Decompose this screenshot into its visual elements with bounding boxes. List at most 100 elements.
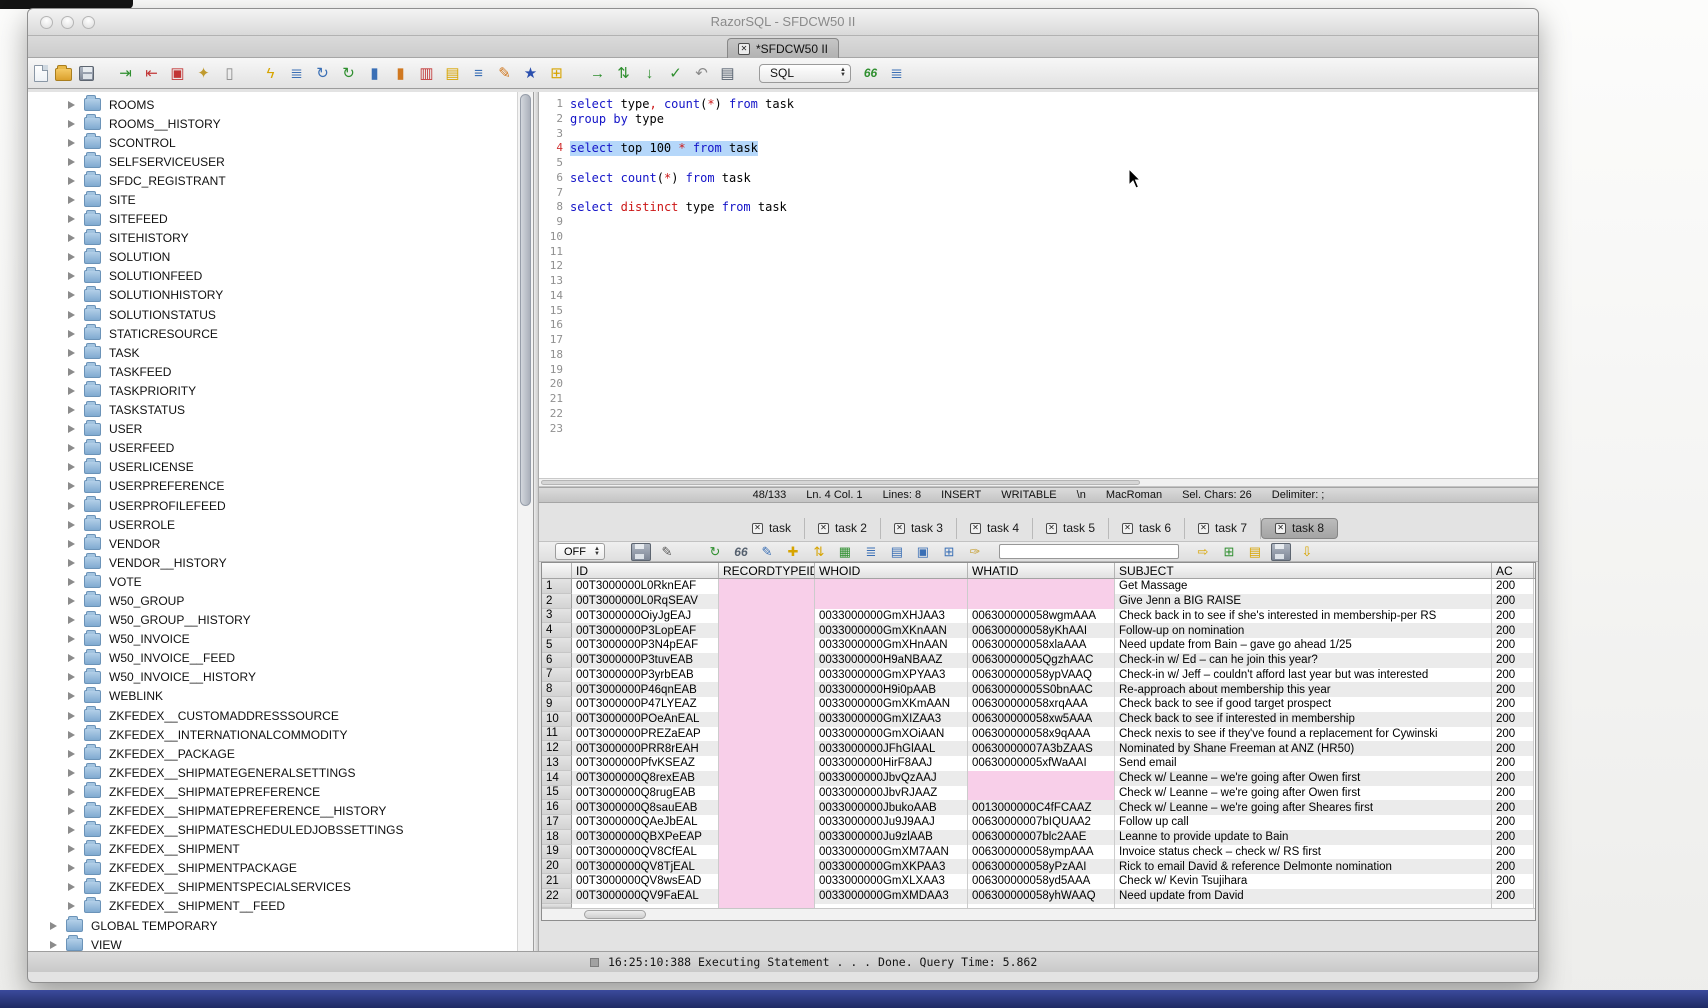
result-tab[interactable]: ✕task 2	[805, 518, 881, 539]
table-row[interactable]: 200T3000000L0RqSEAVGive Jenn a BIG RAISE…	[542, 594, 1535, 609]
cell-subject[interactable]: Check-in w/ Ed – can he join this year?	[1115, 653, 1492, 668]
result-tab[interactable]: ✕task 6	[1109, 518, 1185, 539]
cell-num[interactable]: 13	[542, 756, 572, 771]
table-row[interactable]: 800T3000000P46qnEAB0033000000H9i0pAAB006…	[542, 682, 1535, 697]
cell-id[interactable]: 00T3000000QV8TjEAL	[572, 859, 719, 874]
table-row[interactable]: 1600T3000000Q8sauEAB0033000000JbukoAAB00…	[542, 800, 1535, 815]
cell-whoid[interactable]: 0033000000GmXHJAA3	[815, 609, 968, 624]
undo-icon[interactable]: ↶	[692, 64, 711, 83]
cell-id[interactable]: 00T3000000Q8sauEAB	[572, 800, 719, 815]
cell-num[interactable]: 22	[542, 889, 572, 904]
result-tab[interactable]: ✕task 8	[1261, 518, 1338, 539]
cell-subject[interactable]: Invoice status check – check w/ RS first	[1115, 845, 1492, 860]
cell-subject[interactable]: Check-in w/ Jeff – couldn't afford last …	[1115, 668, 1492, 683]
reference-book-icon[interactable]: ▮	[391, 64, 410, 83]
disclosure-triangle-icon[interactable]	[68, 864, 75, 872]
tree-item[interactable]: SOLUTIONHISTORY	[28, 286, 517, 305]
disclosure-triangle-icon[interactable]	[68, 731, 75, 739]
cell-id[interactable]: 00T3000000QAeJbEAL	[572, 815, 719, 830]
table-row[interactable]: 1900T3000000QV8CfEAL0033000000GmXM7AAN00…	[542, 845, 1535, 860]
cell-num[interactable]: 1	[542, 579, 572, 594]
cell-id[interactable]: 00T3000000QV8CfEAL	[572, 845, 719, 860]
tree-item[interactable]: W50_INVOICE__FEED	[28, 649, 517, 668]
insert-row-icon[interactable]: ✚	[783, 543, 803, 561]
cell-subject[interactable]: Rick to email David & reference Delmonte…	[1115, 859, 1492, 874]
cell-subject[interactable]: Check w/ Leanne – we're going after Owen…	[1115, 771, 1492, 786]
statement-type-dropdown[interactable]: SQL ▲▼	[759, 64, 851, 83]
cell-whoid[interactable]: 0033000000GmXPYAA3	[815, 668, 968, 683]
editor-hscrollbar-thumb[interactable]	[541, 480, 1140, 485]
tree-item[interactable]: TASKPRIORITY	[28, 381, 517, 400]
disclosure-triangle-icon[interactable]	[68, 253, 75, 261]
cell-whatid[interactable]: 006300000058wgmAAA	[968, 609, 1115, 624]
tree-item[interactable]: SITE	[28, 190, 517, 209]
disclosure-triangle-icon[interactable]	[68, 845, 75, 853]
cell-recordtypeid[interactable]	[719, 638, 815, 653]
cell-whatid[interactable]: 006300000058xrqAAA	[968, 697, 1115, 712]
cell-subject[interactable]: Nominated by Shane Freeman at ANZ (HR50)	[1115, 741, 1492, 756]
favorites-star-icon[interactable]: ★	[521, 64, 540, 83]
copy-table-icon[interactable]: ⊞	[939, 543, 959, 561]
tree-item[interactable]: ZKFEDEX__SHIPMATEPREFERENCE__HISTORY	[28, 801, 517, 820]
disclosure-triangle-icon[interactable]	[50, 941, 57, 949]
cell-whatid[interactable]: 00630000007blc2AAE	[968, 830, 1115, 845]
validate-check-icon[interactable]: ✓	[666, 64, 685, 83]
tree-item[interactable]: USERPREFERENCE	[28, 477, 517, 496]
cell-ac[interactable]: 200	[1492, 668, 1534, 683]
cell-recordtypeid[interactable]	[719, 712, 815, 727]
disclosure-triangle-icon[interactable]	[68, 406, 75, 414]
copy-connection-icon[interactable]: ▣	[168, 64, 187, 83]
cell-whatid[interactable]	[968, 579, 1115, 594]
table-row[interactable]: 1500T3000000Q8rugEAB0033000000JbvRJAAZCh…	[542, 786, 1535, 801]
close-tab-icon[interactable]: ✕	[1122, 523, 1133, 534]
cell-recordtypeid[interactable]	[719, 594, 815, 609]
cell-recordtypeid[interactable]	[719, 727, 815, 742]
cell-recordtypeid[interactable]	[719, 609, 815, 624]
cell-id[interactable]: 00T3000000PREZaEAP	[572, 727, 719, 742]
cell-num[interactable]: 20	[542, 859, 572, 874]
cell-whoid[interactable]: 0033000000GmXMDAA3	[815, 889, 968, 904]
disclosure-triangle-icon[interactable]	[68, 826, 75, 834]
cell-ac[interactable]: 200	[1492, 786, 1534, 801]
cell-id[interactable]: 00T3000000POeAnEAL	[572, 712, 719, 727]
tree-item[interactable]: VIEW	[28, 935, 517, 951]
cell-id[interactable]: 00T3000000P46qnEAB	[572, 682, 719, 697]
script-results-icon[interactable]: ▤	[1245, 543, 1265, 561]
table-row[interactable]: 1000T3000000POeAnEAL0033000000GmXIZAA300…	[542, 712, 1535, 727]
table-row[interactable]: 600T3000000P3tuvEAB0033000000H9aNBAAZ006…	[542, 653, 1535, 668]
table-tree[interactable]: ROOMSROOMS__HISTORYSCONTROLSELFSERVICEUS…	[28, 92, 517, 951]
tree-item[interactable]: VOTE	[28, 572, 517, 591]
sort-rows-icon[interactable]: ⇅	[809, 543, 829, 561]
execute-forward-icon[interactable]: →	[588, 64, 607, 83]
disclosure-triangle-icon[interactable]	[68, 521, 75, 529]
cell-ac[interactable]: 200	[1492, 859, 1534, 874]
table-row[interactable]: 400T3000000P3LopEAF0033000000GmXKnAAN006…	[542, 623, 1535, 638]
results-search-input[interactable]	[999, 544, 1179, 559]
cell-id[interactable]: 00T3000000PRR8rEAH	[572, 741, 719, 756]
tree-item[interactable]: ZKFEDEX__SHIPMENTPACKAGE	[28, 859, 517, 878]
row-limit-dropdown[interactable]: OFF ▲▼	[555, 543, 605, 560]
document-tab[interactable]: ✕ *SFDCW50 II	[727, 38, 839, 58]
disclosure-triangle-icon[interactable]	[68, 101, 75, 109]
cell-recordtypeid[interactable]	[719, 668, 815, 683]
table-row[interactable]: 2200T3000000QV9FaEAL0033000000GmXMDAA300…	[542, 889, 1535, 904]
tree-scrollbar-thumb[interactable]	[520, 94, 531, 506]
disclosure-triangle-icon[interactable]	[68, 578, 75, 586]
tree-item[interactable]: VENDOR	[28, 534, 517, 553]
cell-whoid[interactable]: 0033000000JbukoAAB	[815, 800, 968, 815]
cell-whoid[interactable]: 0033000000GmXOiAAN	[815, 727, 968, 742]
disclosure-triangle-icon[interactable]	[68, 502, 75, 510]
tree-item[interactable]: W50_INVOICE__HISTORY	[28, 668, 517, 687]
export-table-icon[interactable]: ⊞	[1219, 543, 1239, 561]
cell-whatid[interactable]: 006300000058yPzAAI	[968, 859, 1115, 874]
cell-whatid[interactable]: 006300000058yd5AAA	[968, 874, 1115, 889]
cell-num[interactable]: 8	[542, 682, 572, 697]
column-header-num[interactable]	[542, 563, 572, 578]
cell-id[interactable]: 00T3000000P47LYEAZ	[572, 697, 719, 712]
tree-item[interactable]: TASKSTATUS	[28, 401, 517, 420]
save-grid-icon[interactable]	[1271, 543, 1291, 561]
cell-recordtypeid[interactable]	[719, 653, 815, 668]
cell-whoid[interactable]	[815, 594, 968, 609]
cell-whoid[interactable]: 0033000000JFhGlAAL	[815, 741, 968, 756]
go-icon[interactable]: ⇨	[1193, 543, 1213, 561]
